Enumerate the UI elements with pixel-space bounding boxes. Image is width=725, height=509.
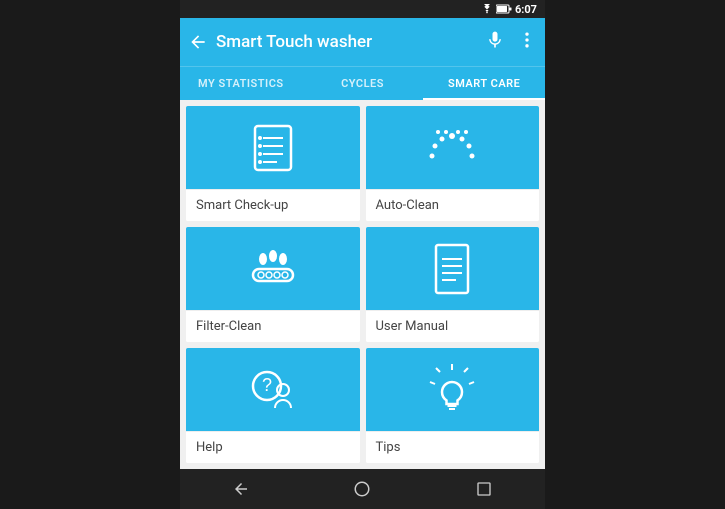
bulb-icon — [420, 358, 484, 422]
card-icon-smart-checkup — [186, 106, 360, 189]
svg-text:?: ? — [262, 375, 272, 395]
tab-smart-care[interactable]: SMART CARE — [423, 67, 545, 100]
mic-button[interactable] — [485, 30, 505, 55]
tab-my-statistics[interactable]: MY STATISTICS — [180, 67, 302, 100]
tab-cycles[interactable]: CYCLES — [302, 67, 424, 100]
card-icon-help: ? — [186, 348, 360, 431]
app-title: Smart Touch washer — [216, 32, 485, 52]
more-button[interactable] — [517, 30, 537, 55]
wifi-icon — [481, 4, 493, 14]
card-label-tips: Tips — [366, 431, 540, 463]
filter-icon — [241, 237, 305, 301]
app-bar-actions — [485, 30, 537, 55]
card-label-auto-clean: Auto-Clean — [366, 189, 540, 221]
app-bar: Smart Touch washer — [180, 18, 545, 66]
card-label-filter-clean: Filter-Clean — [186, 310, 360, 342]
card-label-help: Help — [186, 431, 360, 463]
battery-icon — [496, 4, 512, 14]
card-icon-tips — [366, 348, 540, 431]
card-help[interactable]: ? Help — [186, 348, 360, 463]
card-icon-filter-clean — [186, 227, 360, 310]
nav-bar — [180, 469, 545, 509]
card-tips[interactable]: Tips — [366, 348, 540, 463]
card-icon-user-manual — [366, 227, 540, 310]
back-button[interactable] — [188, 32, 208, 52]
card-auto-clean[interactable]: Auto-Clean — [366, 106, 540, 221]
dots-icon — [420, 116, 484, 180]
card-user-manual[interactable]: User Manual — [366, 227, 540, 342]
back-icon — [188, 32, 208, 52]
phone-container: 6:07 Smart Touch washer MY STATISTICS — [180, 0, 545, 509]
status-icons: 6:07 — [481, 3, 537, 16]
mic-icon — [485, 30, 505, 50]
card-label-smart-checkup: Smart Check-up — [186, 189, 360, 221]
card-label-user-manual: User Manual — [366, 310, 540, 342]
nav-recents-icon — [476, 481, 492, 497]
status-time: 6:07 — [515, 3, 537, 16]
tabs-bar: MY STATISTICS CYCLES SMART CARE — [180, 66, 545, 100]
nav-back-button[interactable] — [221, 469, 261, 509]
nav-home-button[interactable] — [342, 469, 382, 509]
more-icon — [517, 30, 537, 50]
nav-back-icon — [232, 480, 250, 498]
status-bar: 6:07 — [180, 0, 545, 18]
card-icon-auto-clean — [366, 106, 540, 189]
card-filter-clean[interactable]: Filter-Clean — [186, 227, 360, 342]
nav-recents-button[interactable] — [464, 469, 504, 509]
nav-home-icon — [353, 480, 371, 498]
help-icon: ? — [241, 358, 305, 422]
content-grid: Smart Check-up — [180, 100, 545, 469]
document-icon — [420, 237, 484, 301]
checklist-icon — [241, 116, 305, 180]
card-smart-checkup[interactable]: Smart Check-up — [186, 106, 360, 221]
